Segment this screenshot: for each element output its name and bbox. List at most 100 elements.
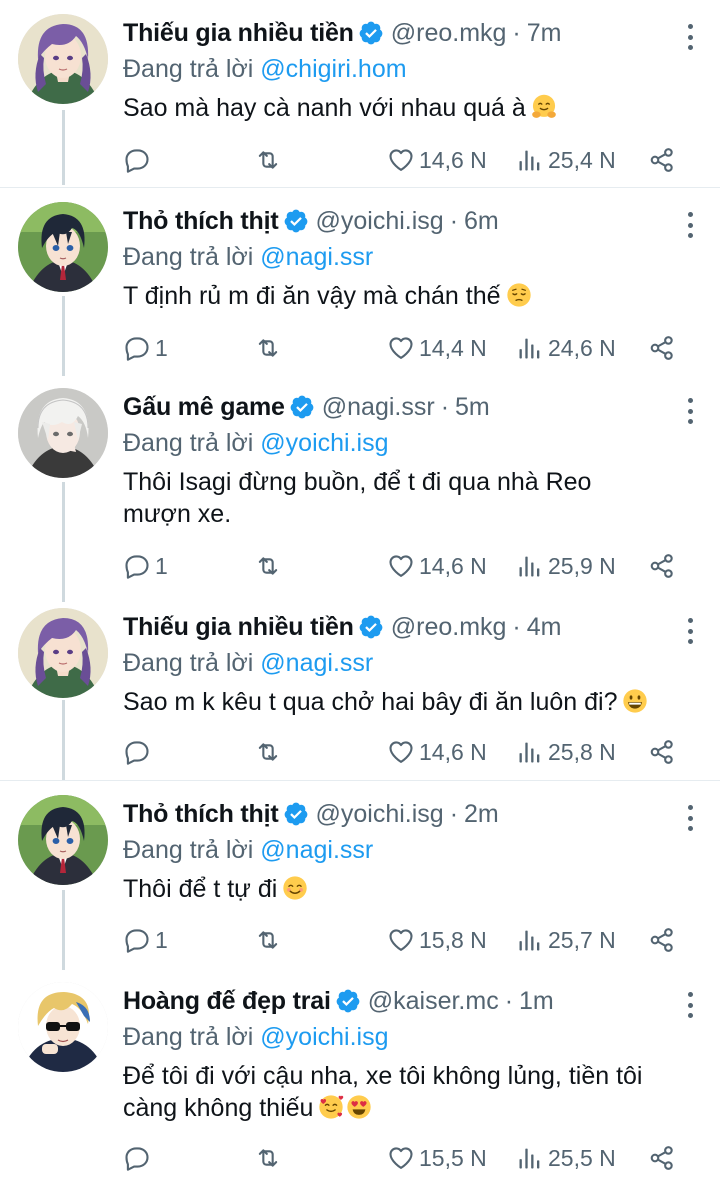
views-button[interactable]: 25,9 N xyxy=(516,546,616,586)
share-button[interactable] xyxy=(648,920,676,960)
display-name[interactable]: Thiếu gia nhiều tiền xyxy=(123,19,354,48)
reply-icon xyxy=(123,738,151,766)
handle[interactable]: @reo.mkg xyxy=(391,613,507,642)
tweet-text: Để tôi đi với cậu nha, xe tôi không lủng… xyxy=(123,1060,696,1124)
retweet-button[interactable] xyxy=(254,328,282,368)
more-options-icon[interactable] xyxy=(684,992,696,1018)
display-name[interactable]: Thỏ thích thịt xyxy=(123,207,279,236)
like-button[interactable]: 14,6 N xyxy=(387,732,487,772)
reply-context: Đang trả lời @yoichi.isg xyxy=(123,426,696,460)
like-count: 14,6 N xyxy=(419,146,487,173)
tweet[interactable]: Thiếu gia nhiều tiền @reo.mkg · 4m Đang … xyxy=(0,594,720,780)
reply-button[interactable] xyxy=(123,1138,155,1178)
reply-button[interactable]: 1 xyxy=(123,328,168,368)
more-options-icon[interactable] xyxy=(684,212,696,238)
mention-link[interactable]: @nagi.ssr xyxy=(260,649,373,677)
retweet-icon xyxy=(254,738,282,766)
views-button[interactable]: 25,7 N xyxy=(516,920,616,960)
tweet[interactable]: Gấu mê game @nagi.ssr · 5m Đang trả lời … xyxy=(0,374,720,594)
like-button[interactable]: 15,8 N xyxy=(387,920,487,960)
reply-prefix: Đang trả lời xyxy=(123,429,254,457)
like-count: 14,6 N xyxy=(419,738,487,765)
share-icon xyxy=(648,1144,676,1172)
retweet-button[interactable] xyxy=(254,732,282,772)
retweet-button[interactable] xyxy=(254,920,282,960)
retweet-button[interactable] xyxy=(254,546,282,586)
more-options-icon[interactable] xyxy=(684,805,696,831)
mention-link[interactable]: @yoichi.isg xyxy=(260,429,388,457)
tweet[interactable]: Thỏ thích thịt @yoichi.isg · 2m Đang trả… xyxy=(0,780,720,968)
retweet-icon xyxy=(254,146,282,174)
share-button[interactable] xyxy=(648,732,676,772)
like-button[interactable]: 14,4 N xyxy=(387,328,487,368)
timestamp[interactable]: 6m xyxy=(464,207,499,236)
tweet[interactable]: Thiếu gia nhiều tiền @reo.mkg · 7m Đang … xyxy=(0,0,720,187)
like-count: 15,8 N xyxy=(419,926,487,953)
timestamp[interactable]: 1m xyxy=(519,987,554,1016)
retweet-icon xyxy=(254,1144,282,1172)
heart-icon xyxy=(387,146,415,174)
retweet-button[interactable] xyxy=(254,140,282,180)
reply-button[interactable] xyxy=(123,732,155,772)
timestamp[interactable]: 7m xyxy=(527,19,562,48)
like-button[interactable]: 14,6 N xyxy=(387,546,487,586)
mention-link[interactable]: @nagi.ssr xyxy=(260,243,373,271)
handle[interactable]: @kaiser.mc xyxy=(368,987,499,1016)
mention-link[interactable]: @nagi.ssr xyxy=(260,836,373,864)
views-button[interactable]: 25,5 N xyxy=(516,1138,616,1178)
pensive-face-emoji-icon xyxy=(505,281,533,309)
share-icon xyxy=(648,146,676,174)
views-icon xyxy=(516,552,544,580)
display-name[interactable]: Thỏ thích thịt xyxy=(123,800,279,829)
views-icon xyxy=(516,334,544,362)
share-button[interactable] xyxy=(648,546,676,586)
avatar[interactable] xyxy=(18,608,108,698)
smiling-eyes-face-emoji-icon xyxy=(281,874,309,902)
display-name[interactable]: Thiếu gia nhiều tiền xyxy=(123,613,354,642)
verified-badge-icon xyxy=(358,20,384,46)
handle[interactable]: @nagi.ssr xyxy=(322,393,435,422)
like-button[interactable]: 14,6 N xyxy=(387,140,487,180)
like-button[interactable]: 15,5 N xyxy=(387,1138,487,1178)
handle[interactable]: @yoichi.isg xyxy=(316,800,444,829)
tweet-text-body: Sao m k kêu t qua chở hai bây đi ăn luôn… xyxy=(123,688,618,716)
share-button[interactable] xyxy=(648,140,676,180)
handle[interactable]: @yoichi.isg xyxy=(316,207,444,236)
display-name[interactable]: Gấu mê game xyxy=(123,393,285,422)
timestamp[interactable]: 2m xyxy=(464,800,499,829)
reply-button[interactable]: 1 xyxy=(123,920,168,960)
view-count: 25,9 N xyxy=(548,552,616,579)
view-count: 24,6 N xyxy=(548,334,616,361)
share-button[interactable] xyxy=(648,328,676,368)
avatar[interactable] xyxy=(18,795,108,885)
reply-button[interactable]: 1 xyxy=(123,546,168,586)
views-button[interactable]: 25,4 N xyxy=(516,140,616,180)
mention-link[interactable]: @yoichi.isg xyxy=(260,1023,388,1051)
tweet[interactable]: Hoàng đế đẹp trai @kaiser.mc · 1m Đang t… xyxy=(0,968,720,1185)
reply-icon xyxy=(123,552,151,580)
retweet-button[interactable] xyxy=(254,1138,282,1178)
avatar[interactable] xyxy=(18,202,108,292)
avatar[interactable] xyxy=(18,388,108,478)
share-button[interactable] xyxy=(648,1138,676,1178)
reply-icon xyxy=(123,146,151,174)
tweet-text: Sao m k kêu t qua chở hai bây đi ăn luôn… xyxy=(123,686,696,718)
mention-link[interactable]: @chigiri.hom xyxy=(260,55,406,83)
more-options-icon[interactable] xyxy=(684,618,696,644)
more-options-icon[interactable] xyxy=(684,398,696,424)
smiling-face-with-hearts-emoji-icon xyxy=(317,1093,345,1121)
more-options-icon[interactable] xyxy=(684,24,696,50)
views-button[interactable]: 25,8 N xyxy=(516,732,616,772)
share-icon xyxy=(648,926,676,954)
handle[interactable]: @reo.mkg xyxy=(391,19,507,48)
verified-badge-icon xyxy=(289,394,315,420)
views-button[interactable]: 24,6 N xyxy=(516,328,616,368)
avatar[interactable] xyxy=(18,982,108,1072)
reply-button[interactable] xyxy=(123,140,155,180)
avatar[interactable] xyxy=(18,14,108,104)
views-icon xyxy=(516,738,544,766)
timestamp[interactable]: 4m xyxy=(527,613,562,642)
display-name[interactable]: Hoàng đế đẹp trai xyxy=(123,987,331,1016)
tweet[interactable]: Thỏ thích thịt @yoichi.isg · 6m Đang trả… xyxy=(0,187,720,374)
timestamp[interactable]: 5m xyxy=(455,393,490,422)
